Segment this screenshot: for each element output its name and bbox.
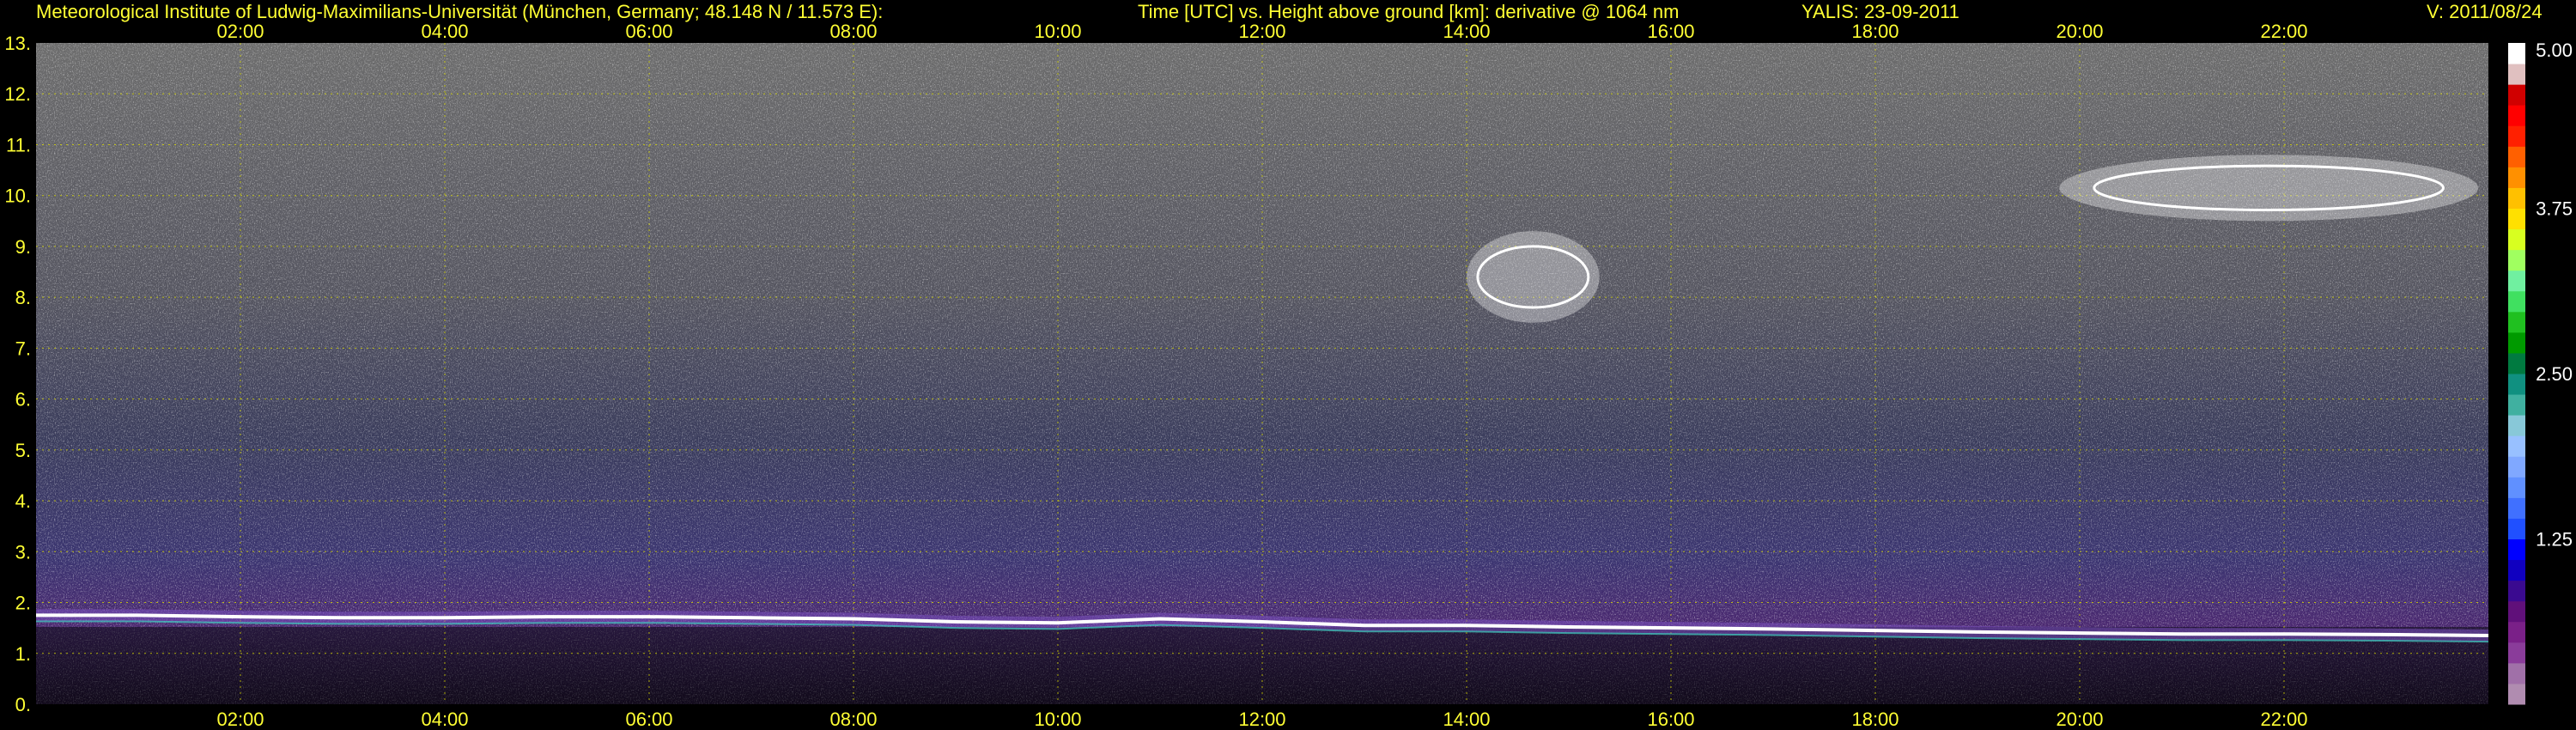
y-tick-label: 4. <box>15 490 31 512</box>
colorbar-swatch <box>2508 187 2525 209</box>
x-tick-label-top: 10:00 <box>1034 21 1081 42</box>
colorbar-swatch <box>2508 456 2525 478</box>
y-tick-label: 2. <box>15 593 31 614</box>
y-tick-label: 0. <box>15 694 31 715</box>
x-tick-label-bottom: 02:00 <box>216 709 264 730</box>
colorbar-swatch <box>2508 146 2525 167</box>
x-tick-label-bottom: 16:00 <box>1647 709 1694 730</box>
x-tick-label-top: 06:00 <box>625 21 672 42</box>
colorbar-swatch <box>2508 497 2525 519</box>
y-tick-label: 8. <box>15 287 31 308</box>
x-tick-label-bottom: 06:00 <box>625 709 672 730</box>
mid-level-cloud-area <box>1467 231 1600 323</box>
x-tick-label-top: 04:00 <box>421 21 468 42</box>
x-tick-label-bottom: 18:00 <box>1851 709 1899 730</box>
colorbar-swatch <box>2508 374 2525 395</box>
y-tick-label: 6. <box>15 389 31 411</box>
lidar-chart: 02:00 04:00 06:00 08:00 10:00 12:00 14:00 16:00… <box>4 21 2573 730</box>
colorbar-swatch <box>2508 249 2525 271</box>
colorbar-swatch <box>2508 621 2525 643</box>
x-tick-label-top: 16:00 <box>1647 21 1694 42</box>
colorbar-tick-label: 2.50 <box>2536 363 2573 385</box>
colorbar-swatch <box>2508 477 2525 498</box>
colorbar-swatch <box>2508 270 2525 292</box>
colorbar-swatch <box>2508 290 2525 313</box>
y-tick-label: 11. <box>6 134 31 155</box>
x-tick-label-top: 12:00 <box>1238 21 1285 42</box>
colorbar-swatch <box>2508 352 2525 374</box>
colorbar-swatch <box>2508 167 2525 188</box>
colorbar-swatch <box>2508 683 2525 705</box>
y-tick-label: 9. <box>15 236 31 258</box>
y-tick-label: 7. <box>15 338 31 359</box>
colorbar-swatch <box>2508 580 2525 602</box>
x-tick-label-top: 08:00 <box>829 21 877 42</box>
institute-label: Meteorological Institute of Ludwig-Maxim… <box>36 1 884 22</box>
colorbar-swatch <box>2508 662 2525 684</box>
x-tick-label-bottom: 12:00 <box>1238 709 1285 730</box>
colorbar-swatch <box>2508 64 2525 85</box>
version-label: V: 2011/08/24 <box>2427 1 2543 22</box>
y-tick-label: 10. <box>4 186 31 207</box>
x-tick-labels-top: 02:00 04:00 06:00 08:00 10:00 12:00 14:00 16:00… <box>216 21 2307 42</box>
x-tick-label-bottom: 22:00 <box>2260 709 2307 730</box>
colorbar-swatch <box>2508 105 2525 126</box>
colorbar-tick-label: 3.75 <box>2536 198 2573 220</box>
station-date: YALIS: 23-09-2011 <box>1801 1 1959 22</box>
x-tick-label-bottom: 08:00 <box>829 709 877 730</box>
y-tick-label: 12. <box>4 83 31 105</box>
x-tick-labels-bottom: 02:00 04:00 06:00 08:00 10:00 12:00 14:00 16:00… <box>216 709 2307 730</box>
chart-title: Time [UTC] vs. Height above ground [km]:… <box>1138 1 1680 22</box>
colorbar-swatch <box>2508 311 2525 333</box>
x-tick-label-top: 20:00 <box>2056 21 2103 42</box>
colorbar-swatch <box>2508 208 2525 230</box>
x-tick-label-bottom: 20:00 <box>2056 709 2103 730</box>
x-tick-label-top: 02:00 <box>216 21 264 42</box>
x-tick-label-top: 22:00 <box>2260 21 2307 42</box>
y-tick-label: 13. <box>4 33 31 54</box>
colorbar <box>2508 43 2525 705</box>
y-tick-label: 1. <box>15 643 31 665</box>
colorbar-tick-label: 5.00 <box>2536 40 2573 61</box>
colorbar-swatch <box>2508 84 2525 106</box>
colorbar-swatch <box>2508 559 2525 581</box>
colorbar-swatch <box>2508 435 2525 457</box>
colorbar-swatch <box>2508 394 2525 416</box>
colorbar-swatch <box>2508 228 2525 251</box>
y-tick-labels: 0. 1. 2. 3. 4. 5. 6. 7. 8. 9. 10. 11. 12. 13. <box>4 33 31 715</box>
colorbar-tick-labels: 1.25 2.50 3.75 5.00 <box>2536 40 2573 551</box>
colorbar-swatch <box>2508 332 2525 354</box>
colorbar-swatch <box>2508 642 2525 664</box>
colorbar-swatch <box>2508 538 2525 561</box>
colorbar-swatch <box>2508 125 2525 147</box>
colorbar-swatch <box>2508 600 2525 623</box>
colorbar-swatch <box>2508 415 2525 436</box>
x-tick-label-top: 18:00 <box>1851 21 1899 42</box>
x-tick-label-bottom: 14:00 <box>1443 709 1490 730</box>
x-tick-label-bottom: 10:00 <box>1034 709 1081 730</box>
y-tick-label: 5. <box>15 440 31 461</box>
colorbar-swatch <box>2508 43 2525 64</box>
colorbar-tick-label: 1.25 <box>2536 529 2573 551</box>
x-tick-label-top: 14:00 <box>1443 21 1490 42</box>
y-tick-label: 3. <box>15 541 31 563</box>
x-tick-label-bottom: 04:00 <box>421 709 468 730</box>
colorbar-swatch <box>2508 518 2525 539</box>
